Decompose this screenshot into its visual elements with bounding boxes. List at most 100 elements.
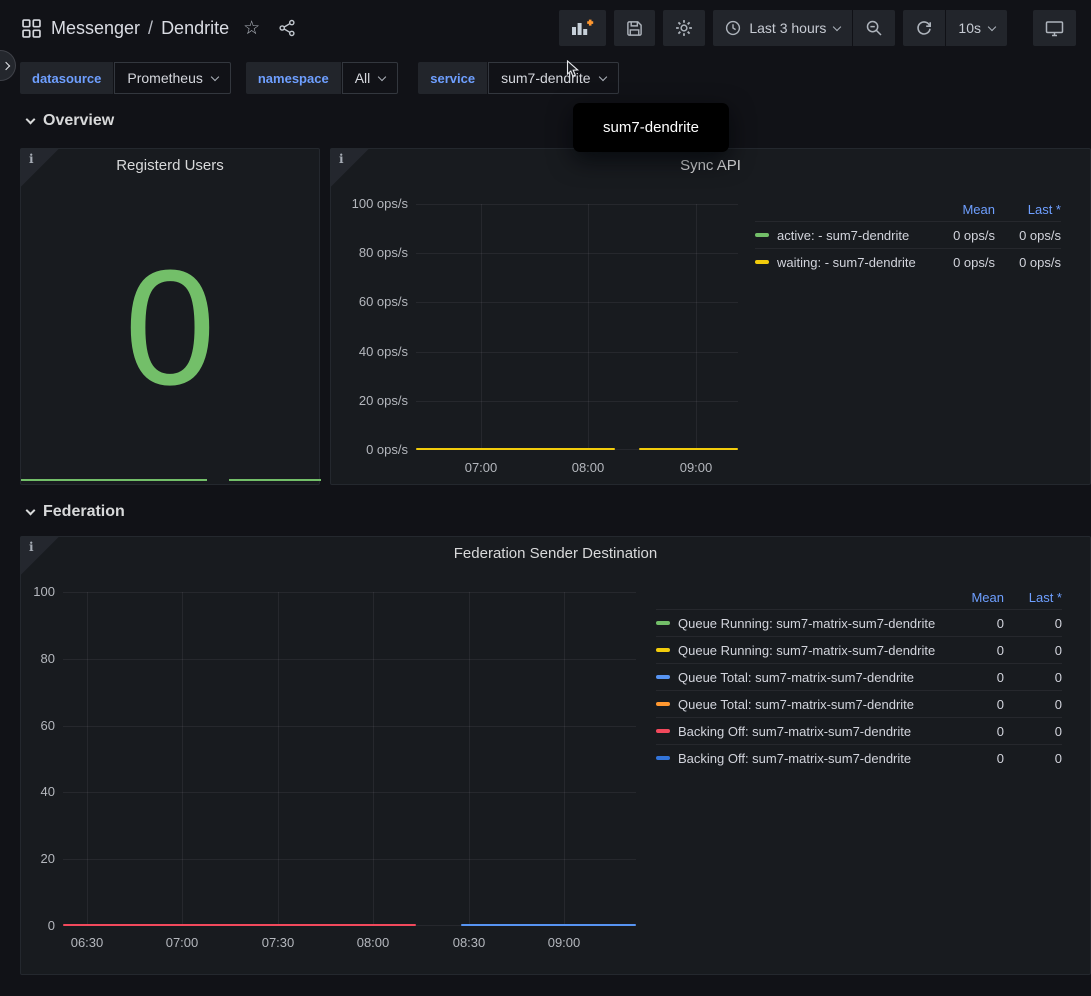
time-range-picker[interactable]: Last 3 hours [713, 10, 852, 46]
legend-series-toggle[interactable]: Queue Running: sum7-matrix-sum7-dendrite [656, 643, 944, 658]
panel-info-corner[interactable]: i [21, 149, 59, 187]
tv-mode-button[interactable] [1033, 10, 1076, 46]
settings-gear-icon [675, 19, 693, 37]
y-tick-label: 20 [21, 851, 55, 867]
legend-last-value: 0 [1004, 670, 1062, 685]
series-color-swatch [656, 702, 670, 706]
legend-series-name: waiting: - sum7-dendrite [777, 255, 916, 270]
apps-grid-icon[interactable] [22, 19, 41, 38]
variable-value-namespace[interactable]: All [342, 62, 399, 94]
legend-row: Backing Off: sum7-matrix-sum7-dendrite 0… [656, 717, 1062, 744]
variable-label-namespace: namespace [246, 62, 341, 94]
gridline [87, 592, 88, 926]
breadcrumb-folder[interactable]: Messenger [51, 18, 140, 39]
gridline [63, 859, 636, 860]
legend-mean-value: 0 [944, 751, 1004, 766]
legend-col-mean[interactable]: Mean [923, 202, 995, 217]
chevron-down-icon [211, 72, 219, 80]
legend-series-toggle[interactable]: Queue Total: sum7-matrix-sum7-dendrite [656, 670, 944, 685]
variable-label-service: service [418, 62, 487, 94]
legend-series-name: Backing Off: sum7-matrix-sum7-dendrite [678, 751, 911, 766]
legend-last-value: 0 [1004, 697, 1062, 712]
y-tick-label: 40 ops/s [331, 344, 408, 360]
panel-title[interactable]: Federation Sender Destination [61, 545, 1050, 562]
chevron-down-icon [26, 505, 36, 515]
legend-last-value: 0 ops/s [995, 228, 1061, 243]
add-panel-button[interactable] [559, 10, 606, 46]
clock-icon [725, 20, 741, 36]
x-tick-label: 07:00 [451, 460, 511, 476]
gridline [373, 592, 374, 926]
series-color-swatch [656, 648, 670, 652]
gridline [278, 592, 279, 926]
panel-title[interactable]: Registerd Users [61, 157, 279, 174]
refresh-group: 10s [903, 10, 1007, 46]
panel-info-corner[interactable]: i [21, 537, 59, 575]
variable-label-datasource: datasource [20, 62, 113, 94]
panel-title[interactable]: Sync API [371, 157, 1050, 174]
breadcrumb: Messenger / Dendrite [51, 18, 229, 39]
sparkline-segment [21, 479, 207, 481]
panel-info-icon: i [339, 152, 344, 166]
legend-col-last[interactable]: Last * [995, 202, 1061, 217]
gridline [63, 726, 636, 727]
federation-legend: Mean Last * Queue Running: sum7-matrix-s… [656, 585, 1062, 771]
variable-value-service[interactable]: sum7-dendrite [488, 62, 619, 94]
legend-col-last[interactable]: Last * [1004, 590, 1062, 605]
legend-mean-value: 0 [944, 697, 1004, 712]
panel-info-icon: i [29, 152, 34, 166]
legend-row: active: - sum7-dendrite 0 ops/s 0 ops/s [755, 221, 1061, 248]
legend-mean-value: 0 ops/s [923, 255, 995, 270]
add-panel-icon [571, 18, 594, 38]
chevron-down-icon [988, 22, 996, 30]
legend-series-toggle[interactable]: waiting: - sum7-dendrite [755, 255, 923, 270]
chevron-down-icon [378, 72, 386, 80]
legend-series-toggle[interactable]: Backing Off: sum7-matrix-sum7-dendrite [656, 724, 944, 739]
value-tooltip: sum7-dendrite [573, 103, 729, 152]
dashboard-settings-button[interactable] [663, 10, 705, 46]
chevron-down-icon [833, 22, 841, 30]
series-line-backing-off-blue [461, 924, 636, 926]
section-row-federation[interactable]: Federation [27, 503, 125, 521]
legend-series-toggle[interactable]: Backing Off: sum7-matrix-sum7-dendrite [656, 751, 944, 766]
refresh-interval-label: 10s [958, 20, 981, 36]
variable-value-datasource[interactable]: Prometheus [114, 62, 230, 94]
save-icon [626, 20, 643, 37]
gridline [564, 592, 565, 926]
series-color-swatch [755, 233, 769, 237]
panel-federation-sender: i Federation Sender Destination 100 80 6… [20, 536, 1091, 975]
series-line-waiting [639, 448, 738, 450]
legend-mean-value: 0 [944, 616, 1004, 631]
y-tick-label: 0 [21, 918, 55, 934]
gridline [63, 659, 636, 660]
x-tick-label: 08:30 [439, 935, 499, 951]
sync-api-plot-area[interactable] [416, 204, 738, 450]
gridline [588, 204, 589, 450]
legend-mean-value: 0 [944, 643, 1004, 658]
legend-series-name: Queue Running: sum7-matrix-sum7-dendrite [678, 616, 935, 631]
x-tick-label: 07:00 [152, 935, 212, 951]
zoom-out-button[interactable] [853, 10, 895, 46]
legend-col-mean[interactable]: Mean [944, 590, 1004, 605]
section-row-overview[interactable]: Overview [27, 112, 114, 130]
panel-info-corner[interactable]: i [331, 149, 369, 187]
save-dashboard-button[interactable] [614, 10, 655, 46]
refresh-button[interactable] [903, 10, 945, 46]
share-button[interactable] [274, 17, 300, 39]
legend-series-toggle[interactable]: active: - sum7-dendrite [755, 228, 923, 243]
breadcrumb-dashboard-title[interactable]: Dendrite [161, 18, 229, 39]
star-button[interactable]: ☆ [239, 17, 264, 40]
gridline [416, 401, 738, 402]
legend-row: Queue Running: sum7-matrix-sum7-dendrite… [656, 636, 1062, 663]
series-color-swatch [656, 729, 670, 733]
legend-last-value: 0 ops/s [995, 255, 1061, 270]
legend-series-toggle[interactable]: Queue Total: sum7-matrix-sum7-dendrite [656, 697, 944, 712]
legend-last-value: 0 [1004, 643, 1062, 658]
legend-series-name: Backing Off: sum7-matrix-sum7-dendrite [678, 724, 911, 739]
y-tick-label: 60 [21, 718, 55, 734]
legend-series-toggle[interactable]: Queue Running: sum7-matrix-sum7-dendrite [656, 616, 944, 631]
refresh-interval-dropdown[interactable]: 10s [946, 10, 1007, 46]
gridline [182, 592, 183, 926]
federation-plot-area[interactable] [63, 592, 636, 926]
monitor-icon [1045, 20, 1064, 37]
